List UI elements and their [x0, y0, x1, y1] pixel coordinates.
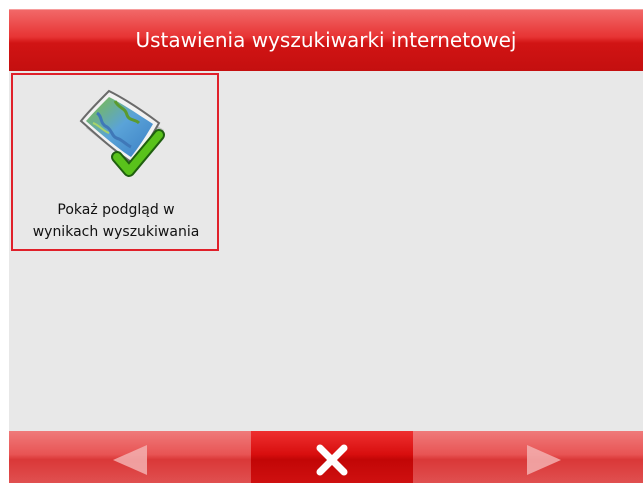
- close-button[interactable]: [251, 431, 413, 483]
- arrow-left-icon: [113, 445, 147, 475]
- tile-label-line1: Pokaż podgląd w: [57, 202, 175, 218]
- settings-screen: Ustawienia wyszukiwarki internetowej Pok…: [9, 9, 643, 483]
- show-preview-tile[interactable]: Pokaż podgląd w wynikach wyszukiwania: [11, 73, 219, 251]
- close-icon: [316, 444, 348, 476]
- settings-grid: Pokaż podgląd w wynikach wyszukiwania: [9, 71, 643, 431]
- tile-label-line2: wynikach wyszukiwania: [32, 224, 200, 240]
- next-button[interactable]: [413, 431, 643, 483]
- page-title: Ustawienia wyszukiwarki internetowej: [135, 28, 517, 52]
- footer-bar: [9, 431, 643, 483]
- prev-button[interactable]: [9, 431, 251, 483]
- arrow-right-icon: [527, 445, 561, 475]
- map-checkmark-icon: [69, 83, 167, 183]
- title-bar: Ustawienia wyszukiwarki internetowej: [9, 9, 643, 71]
- tile-label: Pokaż podgląd w wynikach wyszukiwania: [9, 199, 223, 243]
